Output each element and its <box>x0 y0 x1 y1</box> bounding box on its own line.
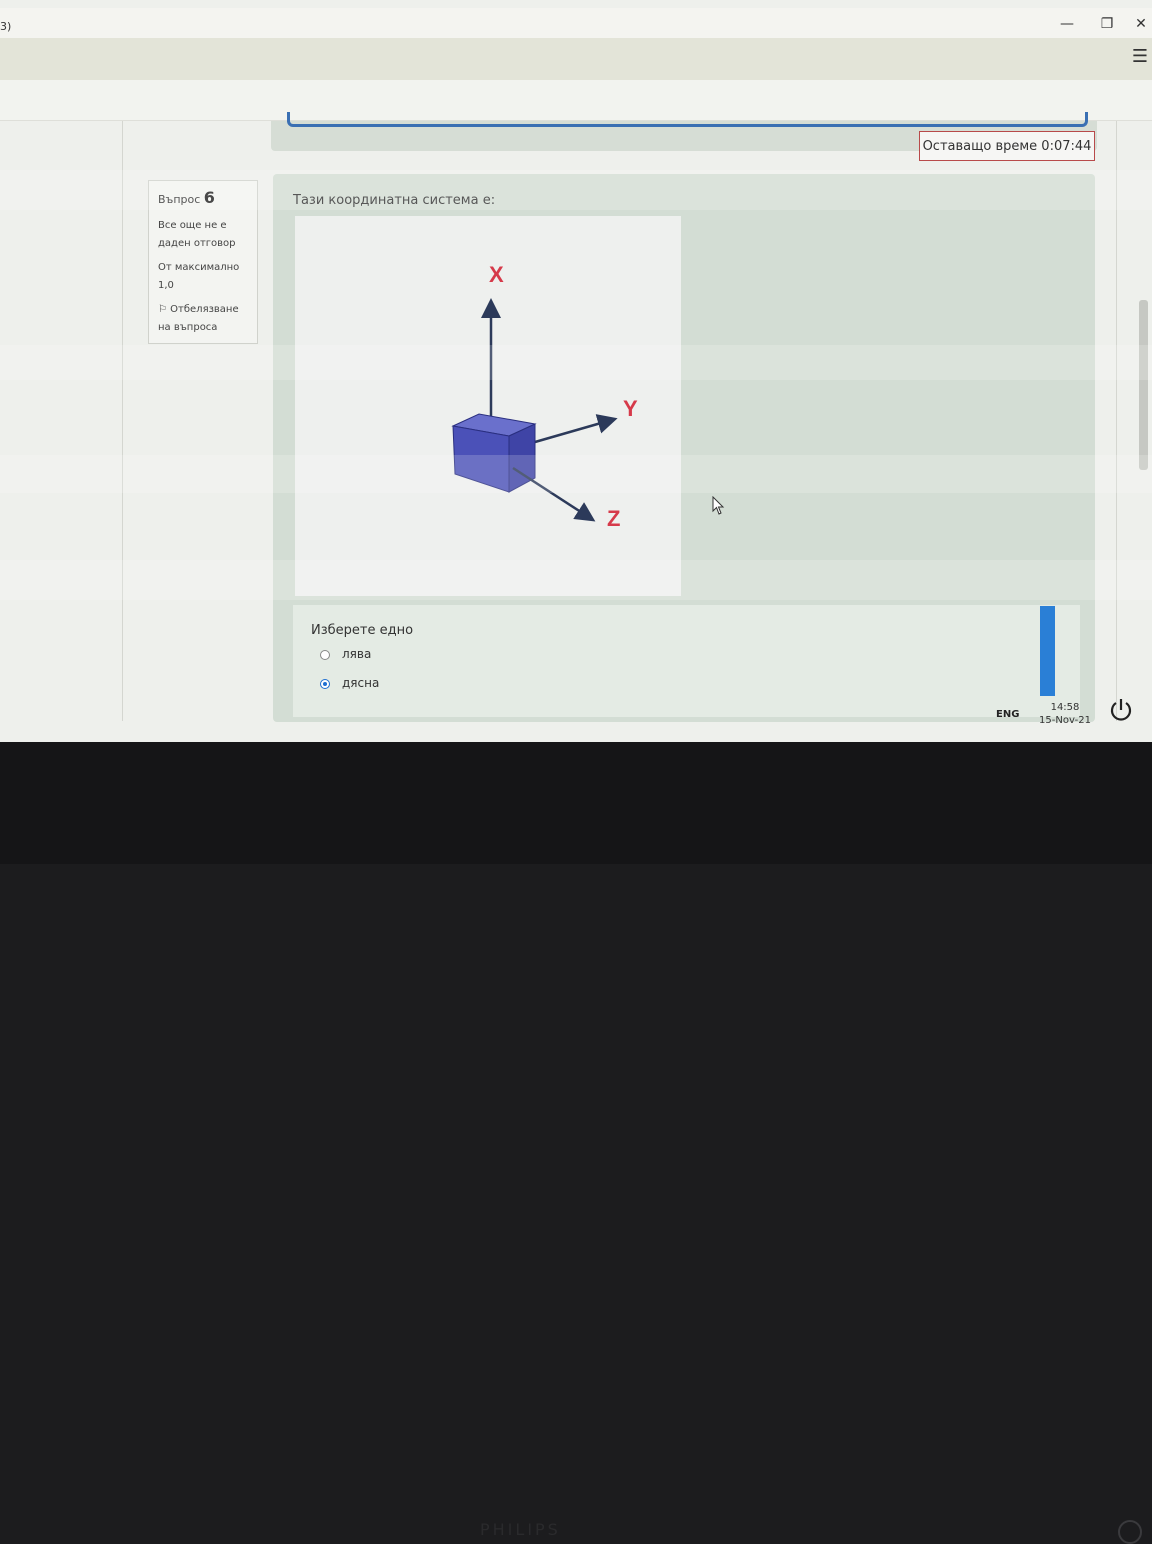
monitor-bezel: PHILIPS <box>0 742 1152 1544</box>
option-right-label: дясна <box>342 676 380 690</box>
previous-answer-field[interactable] <box>287 112 1088 127</box>
coordinate-system-figure: X Y Z <box>451 262 638 531</box>
mouse-cursor-icon <box>712 496 725 515</box>
minimize-button[interactable]: — <box>1052 16 1082 32</box>
page-scrollbar[interactable] <box>1139 300 1148 470</box>
cube-shape <box>451 413 537 493</box>
question-number: 6 <box>203 188 215 207</box>
question-number-line: Въпрос 6 <box>158 188 248 207</box>
power-icon[interactable] <box>1108 697 1134 723</box>
question-info-panel: Въпрос 6 Все още не е даден отговор От м… <box>148 180 258 344</box>
window-title: 3) <box>0 20 12 33</box>
clock-date: 15-Nov-21 <box>1039 715 1091 726</box>
option-right[interactable]: дясна <box>320 676 379 690</box>
coordinate-system-image: X Y Z <box>295 216 681 596</box>
answer-prompt: Изберете едно <box>311 623 414 638</box>
answer-area <box>293 605 1080 717</box>
time-remaining: Оставащо време 0:07:44 <box>919 131 1095 161</box>
z-axis-label: Z <box>607 506 620 531</box>
close-button[interactable]: ✕ <box>1126 16 1152 32</box>
browser-toolbar: ☰ <box>0 38 1152 81</box>
monitor-screen: 3) — ❐ ✕ ☰ Оставащо време 0:07:44 Въпрос… <box>0 0 1152 742</box>
y-axis-line <box>534 414 618 444</box>
right-divider <box>1116 121 1117 721</box>
answer-status: Все още не е даден отговор <box>158 220 236 249</box>
x-axis-label: X <box>489 262 504 287</box>
question-text: Тази координатна система е: <box>293 193 496 208</box>
clock-time: 14:58 <box>1050 702 1080 713</box>
monitor-brand: PHILIPS <box>480 1520 561 1539</box>
taskbar-clock[interactable]: 14:58 15-Nov-21 <box>1036 701 1094 727</box>
radio-left[interactable] <box>320 649 330 660</box>
max-mark: От максимално 1,0 <box>158 262 240 291</box>
monitor-power-button[interactable] <box>1118 1520 1142 1544</box>
flag-icon: ⚐ <box>158 304 167 315</box>
left-divider <box>122 121 123 721</box>
side-progress-bar <box>1040 606 1055 696</box>
question-label: Въпрос <box>158 193 201 206</box>
option-left-label: лява <box>342 647 372 661</box>
maximize-button[interactable]: ❐ <box>1092 16 1122 32</box>
menu-icon[interactable]: ☰ <box>1132 46 1148 67</box>
flag-question-link[interactable]: ⚐ Отбелязване на въпроса <box>158 301 248 337</box>
language-indicator[interactable]: ENG <box>996 709 1019 720</box>
option-left[interactable]: лява <box>320 647 371 661</box>
radio-right[interactable] <box>320 678 330 689</box>
y-axis-label: Y <box>623 396 638 421</box>
window-titlebar: 3) — ❐ ✕ <box>0 8 1152 38</box>
z-axis-line <box>512 466 596 522</box>
flag-label: Отбелязване на въпроса <box>158 304 239 333</box>
